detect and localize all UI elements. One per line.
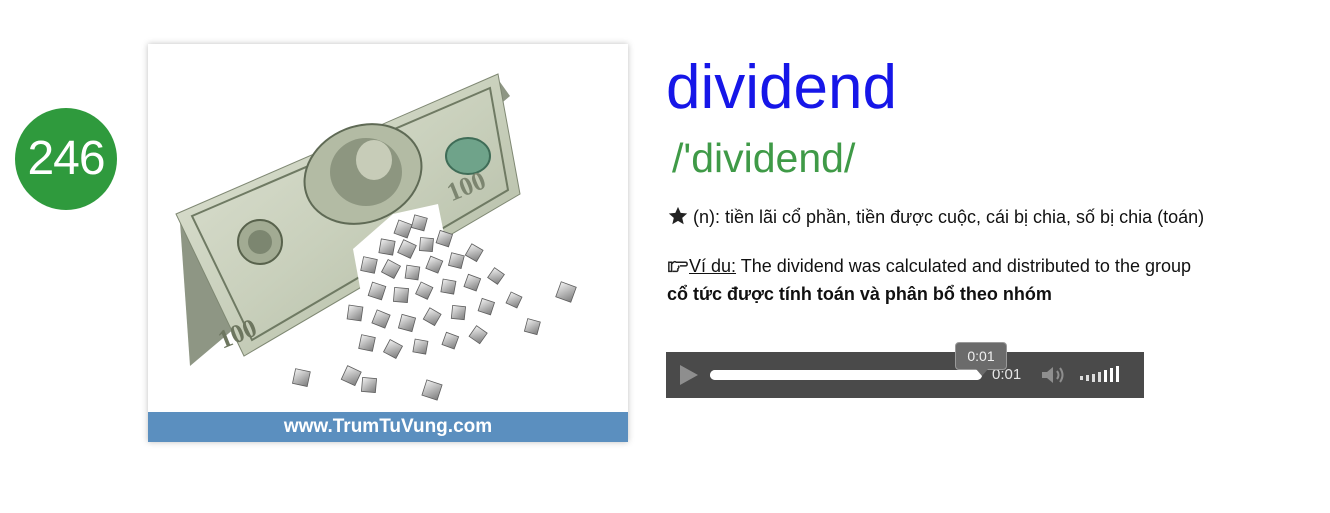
example-english-text: The dividend was calculated and distribu… — [736, 256, 1191, 276]
volume-icon[interactable] — [1040, 364, 1070, 386]
example-block: Ví du: The dividend was calculated and d… — [667, 252, 1191, 308]
site-watermark: www.TrumTuVung.com — [148, 412, 628, 442]
word-number-badge: 246 — [15, 108, 117, 210]
word-meaning: (n): tiền lãi cổ phần, tiền được cuộc, c… — [667, 204, 1204, 230]
meaning-text: (n): tiền lãi cổ phần, tiền được cuộc, c… — [693, 207, 1205, 227]
example-english-line: Ví du: The dividend was calculated and d… — [667, 252, 1191, 280]
dollar-bill-illustration: 100 100 — [148, 44, 628, 412]
volume-level-icon[interactable] — [1078, 364, 1134, 386]
star-icon — [668, 206, 688, 225]
audio-progress-fill — [710, 370, 982, 380]
word-image-card: 100 100 www.TrumTuVung.com — [148, 44, 628, 442]
flashcard-page: 246 100 100 www.TrumTuVung.com dividend … — [0, 0, 1330, 513]
audio-player[interactable]: 0:01 — [666, 352, 1144, 398]
play-icon[interactable] — [674, 361, 702, 389]
time-tooltip: 0:01 — [955, 342, 1007, 376]
audio-progress-bar[interactable] — [710, 370, 982, 380]
phonetic-transcription: /'dividend/ — [672, 135, 856, 181]
vocab-word: dividend — [666, 53, 897, 122]
example-vietnamese-text: cổ tức được tính toán và phân bổ theo nh… — [667, 284, 1052, 304]
pointing-hand-icon — [668, 260, 688, 273]
example-label: Ví du: — [689, 256, 737, 276]
